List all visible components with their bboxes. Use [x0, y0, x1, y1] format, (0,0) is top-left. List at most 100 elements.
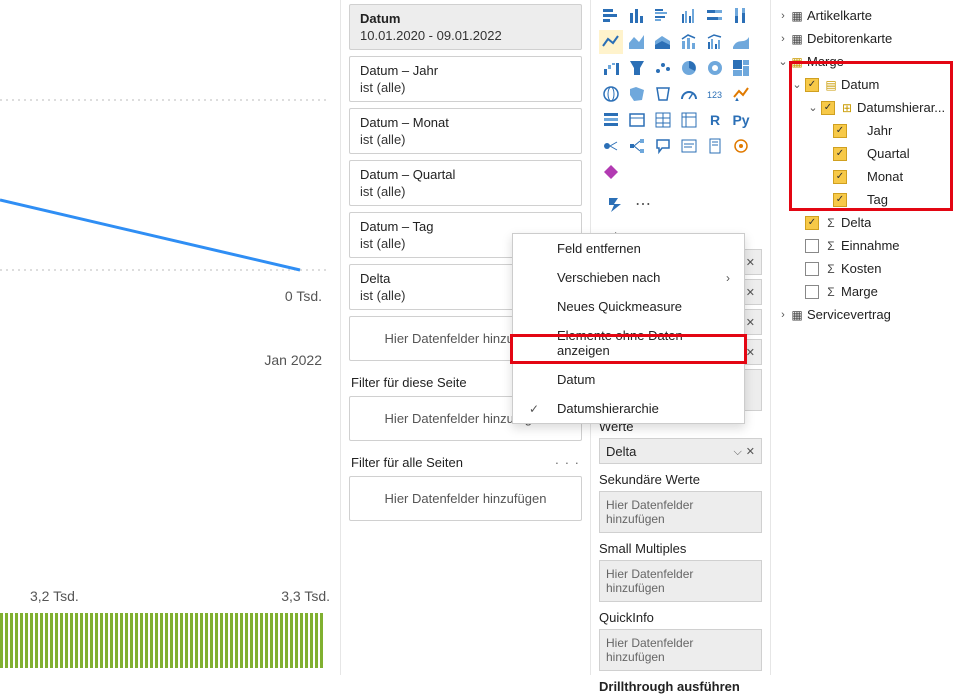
chevron-right-icon[interactable]: › [777, 33, 789, 45]
field-datum[interactable]: ⌄ ✓ ▤ Datum [777, 73, 953, 96]
remove-icon[interactable]: ✕ [746, 347, 755, 359]
values-well-delta[interactable]: Delta⌵✕ [599, 438, 762, 464]
viz-r-icon[interactable]: R [703, 108, 727, 132]
filter-title: Datum – Quartal [360, 167, 571, 182]
table-marge[interactable]: ⌄ ▦ Marge [777, 50, 953, 73]
chevron-right-icon[interactable]: › [777, 10, 789, 22]
field-jahr[interactable]: ✓ Jahr [777, 119, 953, 142]
ctx-show-no-data[interactable]: Elemente ohne Daten anzeigen [513, 321, 744, 365]
viz-map-icon[interactable] [599, 82, 623, 106]
viz-ribbon-icon[interactable] [729, 30, 753, 54]
filter-card-monat[interactable]: Datum – Monat ist (alle) [349, 108, 582, 154]
sm-dropzone[interactable]: Hier Datenfelder hinzufügen [599, 560, 762, 602]
filter-dropzone-all[interactable]: Hier Datenfelder hinzufügen [349, 476, 582, 521]
chevron-down-icon[interactable]: ⌵ [733, 446, 741, 458]
viz-combo-line-clustered-icon[interactable] [703, 30, 727, 54]
viz-col-100-icon[interactable] [729, 4, 753, 28]
ctx-datumshierarchie[interactable]: ✓Datumshierarchie [513, 394, 744, 423]
field-quartal[interactable]: ✓ Quartal [777, 142, 953, 165]
checkbox-icon[interactable] [805, 285, 819, 299]
ctx-datum[interactable]: Datum [513, 365, 744, 394]
viz-key-influencers-icon[interactable] [599, 134, 623, 158]
remove-icon[interactable]: ✕ [746, 287, 755, 299]
quick-dropzone[interactable]: Hier Datenfelder hinzufügen [599, 629, 762, 671]
quickinfo-label: QuickInfo [599, 610, 762, 625]
viz-bar-100-icon[interactable] [703, 4, 727, 28]
viz-decomposition-icon[interactable] [625, 134, 649, 158]
viz-powerapps-icon[interactable] [599, 160, 623, 184]
viz-table-icon[interactable] [651, 108, 675, 132]
table-servicevertrag[interactable]: › ▦ Servicevertrag [777, 303, 953, 326]
viz-gauge-icon[interactable] [677, 82, 701, 106]
ctx-move-to[interactable]: Verschieben nach› [513, 263, 744, 292]
viz-kpi-icon[interactable]: ▲ [729, 82, 753, 106]
field-monat[interactable]: ✓ Monat [777, 165, 953, 188]
viz-paginated-icon[interactable] [703, 134, 727, 158]
checkbox-checked-icon[interactable]: ✓ [821, 101, 835, 115]
viz-qna-icon[interactable] [651, 134, 675, 158]
viz-multirow-icon[interactable] [599, 108, 623, 132]
viz-combo-line-stacked-icon[interactable] [677, 30, 701, 54]
viz-col-clustered-icon[interactable] [677, 4, 701, 28]
checkbox-checked-icon[interactable]: ✓ [805, 216, 819, 230]
viz-bar-clustered-icon[interactable] [651, 4, 675, 28]
viz-more-icon[interactable]: ⋯ [631, 192, 655, 216]
viz-scatter-icon[interactable] [651, 56, 675, 80]
table-icon: ▦ [789, 55, 805, 69]
checkbox-checked-icon[interactable]: ✓ [833, 170, 847, 184]
viz-filled-map-icon[interactable] [625, 82, 649, 106]
secondary-label: Sekundäre Werte [599, 472, 762, 487]
viz-donut-icon[interactable] [703, 56, 727, 80]
ctx-remove-field[interactable]: Feld entfernen [513, 234, 744, 263]
secondary-dropzone[interactable]: Hier Datenfelder hinzufügen [599, 491, 762, 533]
chevron-down-icon[interactable]: ⌄ [791, 78, 803, 91]
viz-python-icon[interactable]: Py [729, 108, 753, 132]
viz-automate-icon[interactable] [603, 192, 627, 216]
viz-area-icon[interactable] [625, 30, 649, 54]
field-delta[interactable]: › ✓ Σ Delta [777, 211, 953, 234]
viz-slicer-icon[interactable] [625, 108, 649, 132]
viz-matrix-icon[interactable] [677, 108, 701, 132]
remove-icon[interactable]: ✕ [746, 257, 755, 269]
filter-card-jahr[interactable]: Datum – Jahr ist (alle) [349, 56, 582, 102]
ellipsis-icon[interactable]: · · · [555, 455, 580, 470]
ctx-new-quickmeasure[interactable]: Neues Quickmeasure [513, 292, 744, 321]
viz-arcgis-icon[interactable] [729, 134, 753, 158]
filter-sub: ist (alle) [360, 132, 571, 147]
remove-icon[interactable]: ✕ [746, 317, 755, 329]
table-artikelkarte[interactable]: › ▦ Artikelkarte [777, 4, 953, 27]
remove-icon[interactable]: ✕ [746, 446, 755, 458]
viz-funnel-icon[interactable] [625, 56, 649, 80]
viz-pie-icon[interactable] [677, 56, 701, 80]
chevron-right-icon[interactable]: › [777, 309, 789, 321]
checkbox-checked-icon[interactable]: ✓ [805, 78, 819, 92]
viz-smart-narrative-icon[interactable] [677, 134, 701, 158]
field-kosten[interactable]: › Σ Kosten [777, 257, 953, 280]
chevron-down-icon[interactable]: ⌄ [807, 101, 819, 114]
field-einnahme[interactable]: › Σ Einnahme [777, 234, 953, 257]
report-canvas[interactable]: 0 Tsd. Jan 2022 3,2 Tsd. 3,3 Tsd. [0, 0, 341, 675]
checkbox-checked-icon[interactable]: ✓ [833, 124, 847, 138]
filter-card-quartal[interactable]: Datum – Quartal ist (alle) [349, 160, 582, 206]
viz-treemap-icon[interactable] [729, 56, 753, 80]
filter-card-datum[interactable]: Datum 10.01.2020 - 09.01.2022 [349, 4, 582, 50]
checkbox-checked-icon[interactable]: ✓ [833, 193, 847, 207]
viz-card-icon[interactable]: 123 [703, 82, 727, 106]
field-datumshierarchie[interactable]: ⌄ ✓ ⊞ Datumshierar... [777, 96, 953, 119]
field-tag[interactable]: ✓ Tag [777, 188, 953, 211]
viz-waterfall-icon[interactable] [599, 56, 623, 80]
filter-sub: ist (alle) [360, 184, 571, 199]
viz-bar-stacked-icon[interactable] [599, 4, 623, 28]
checkbox-checked-icon[interactable]: ✓ [833, 147, 847, 161]
checkbox-icon[interactable] [805, 262, 819, 276]
checkbox-icon[interactable] [805, 239, 819, 253]
chevron-down-icon[interactable]: ⌄ [777, 55, 789, 68]
viz-line-icon[interactable] [599, 30, 623, 54]
field-marge[interactable]: › Σ Marge [777, 280, 953, 303]
filter-sub: 10.01.2020 - 09.01.2022 [360, 28, 571, 43]
chart-bar-labels: 3,2 Tsd. 3,3 Tsd. [30, 588, 330, 604]
viz-shape-map-icon[interactable] [651, 82, 675, 106]
table-debitorenkarte[interactable]: › ▦ Debitorenkarte [777, 27, 953, 50]
viz-col-stacked-icon[interactable] [625, 4, 649, 28]
viz-area-stacked-icon[interactable] [651, 30, 675, 54]
